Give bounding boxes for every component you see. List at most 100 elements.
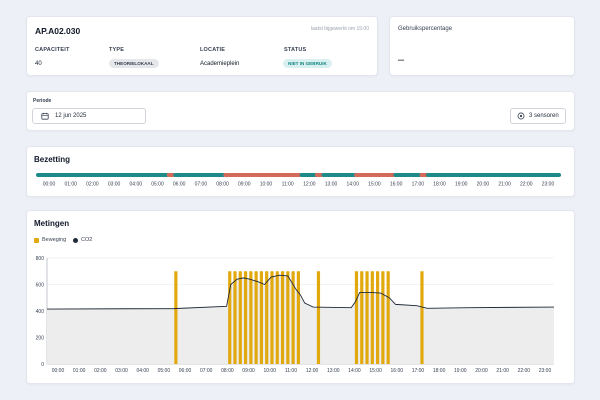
occupancy-card: Bezetting 00:00 01:00 02:00 03:00 04:00 05:00… <box>26 146 575 197</box>
occupancy-tick-label: 00:00 <box>43 182 56 188</box>
x-tick-label: 17:00 <box>412 368 425 374</box>
beweging-bar <box>280 271 285 364</box>
occupancy-tick-label: 13:00 <box>325 182 338 188</box>
calendar-icon <box>41 112 49 120</box>
occupancy-tick-label: 22:00 <box>520 182 533 188</box>
status-label: STATUS <box>284 47 307 53</box>
x-tick-label: 04:00 <box>136 368 149 374</box>
capacity-value: 40 <box>35 61 42 67</box>
period-label: Periode <box>33 98 52 104</box>
capacity-label: CAPACITEIT <box>35 47 70 53</box>
sensors-button-label: 3 sensoren <box>529 113 559 119</box>
occupancy-tick-label: 15:00 <box>368 182 381 188</box>
x-tick-label: 06:00 <box>179 368 192 374</box>
beweging-bar <box>420 271 424 364</box>
x-tick-label: 20:00 <box>475 368 488 374</box>
occupancy-tick-label: 21:00 <box>498 182 511 188</box>
occupancy-tick-label: 08:00 <box>216 182 229 188</box>
occupancy-tick-label: 04:00 <box>130 182 143 188</box>
occupancy-tick-label: 20:00 <box>477 182 490 188</box>
room-info-card: AP.A02.030 laatst bijgewerkt om 15:00 CA… <box>26 16 378 76</box>
beweging-bar <box>365 271 369 364</box>
beweging-bar <box>254 271 258 364</box>
x-tick-label: 22:00 <box>518 368 531 374</box>
co2-area <box>47 275 554 364</box>
beweging-bar <box>259 271 264 364</box>
occupancy-tick-label: 11:00 <box>282 182 294 188</box>
occupancy-tick-label: 10:00 <box>260 182 273 188</box>
date-picker[interactable]: 12 jun 2025 <box>32 108 146 124</box>
x-tick-label: 03:00 <box>115 368 128 374</box>
period-card: Periode 12 jun 2025 3 sensoren <box>26 91 575 131</box>
usage-card: Gebruikspercentage – <box>389 16 575 76</box>
x-tick-label: 08:00 <box>221 368 234 374</box>
x-tick-label: 05:00 <box>158 368 171 374</box>
beweging-bar <box>233 271 237 364</box>
occupancy-tick-label: 18:00 <box>433 182 446 188</box>
beweging-bar <box>386 271 390 364</box>
beweging-bar <box>238 271 242 364</box>
y-tick-label: 600 <box>36 282 45 288</box>
beweging-bar <box>316 271 321 364</box>
beweging-bar <box>381 271 385 364</box>
y-tick-label: 400 <box>36 309 45 315</box>
occupancy-tick-label: 14:00 <box>346 182 359 188</box>
beweging-bar <box>275 271 279 364</box>
date-value: 12 jun 2025 <box>55 113 87 119</box>
metingen-card: Metingen Beweging CO2 0 200 400 600 800 00:00… <box>26 210 575 384</box>
beweging-bar <box>354 271 359 364</box>
x-tick-label: 16:00 <box>391 368 404 374</box>
x-tick-label: 01:00 <box>73 368 86 374</box>
beweging-bar <box>286 271 290 364</box>
usage-value: – <box>398 54 405 66</box>
x-tick-label: 00:00 <box>52 368 65 374</box>
beweging-bar <box>360 271 364 364</box>
occupancy-tick-label: 23:00 <box>542 182 555 188</box>
occupancy-tick-label: 07:00 <box>195 182 208 188</box>
occupancy-tick-label: 12:00 <box>303 182 316 188</box>
occupancy-tick-label: 09:00 <box>238 182 251 188</box>
y-tick-label: 200 <box>36 335 45 341</box>
beweging-bar <box>370 271 374 364</box>
beweging-bar <box>376 271 380 364</box>
occupancy-tick-label: 05:00 <box>151 182 164 188</box>
x-tick-label: 12:00 <box>306 368 319 374</box>
x-tick-label: 02:00 <box>94 368 107 374</box>
sensors-button[interactable]: 3 sensoren <box>510 108 566 124</box>
sensor-icon <box>517 112 525 120</box>
occupancy-tick-label: 02:00 <box>86 182 99 188</box>
x-tick-label: 23:00 <box>539 368 552 374</box>
last-updated: laatst bijgewerkt om 15:00 <box>310 26 369 32</box>
y-tick-label: 0 <box>41 362 44 368</box>
beweging-bar <box>270 271 274 364</box>
occupancy-tick-label: 16:00 <box>390 182 403 188</box>
x-tick-label: 13:00 <box>327 368 340 374</box>
beweging-bar <box>243 271 248 364</box>
occupancy-tick-label: 01:00 <box>64 182 77 188</box>
occupancy-timeline: 00:00 01:00 02:00 03:00 04:00 05:00 06:00 07:00… <box>36 173 561 188</box>
x-tick-label: 14:00 <box>348 368 361 374</box>
x-tick-label: 18:00 <box>433 368 446 374</box>
type-badge: THEORIELOKAAL <box>109 59 159 68</box>
x-tick-label: 07:00 <box>200 368 213 374</box>
occupancy-tick-label: 19:00 <box>455 182 468 188</box>
location-value: Academieplein <box>200 61 240 67</box>
beweging-bar <box>249 271 253 364</box>
location-label: LOCATIE <box>200 47 226 53</box>
beweging-bar <box>296 271 300 364</box>
beweging-bar <box>265 271 269 364</box>
metingen-chart: 0 200 400 600 800 00:00 01:00 02:00 03:00 04:00 05… <box>36 256 555 374</box>
beweging-bar <box>174 271 178 364</box>
status-badge: NIET IN GEBRUIK <box>283 59 332 68</box>
x-tick-label: 15:00 <box>369 368 382 374</box>
usage-label: Gebruikspercentage <box>398 26 453 32</box>
x-tick-label: 10:00 <box>263 368 276 374</box>
y-tick-label: 800 <box>36 256 45 262</box>
occupancy-tick-label: 03:00 <box>108 182 121 188</box>
x-tick-label: 21:00 <box>496 368 509 374</box>
x-tick-label: 11:00 <box>285 368 297 374</box>
x-tick-label: 19:00 <box>454 368 467 374</box>
type-label: TYPE <box>109 47 125 53</box>
occupancy-tick-label: 17:00 <box>412 182 425 188</box>
room-code: AP.A02.030 <box>35 26 81 36</box>
